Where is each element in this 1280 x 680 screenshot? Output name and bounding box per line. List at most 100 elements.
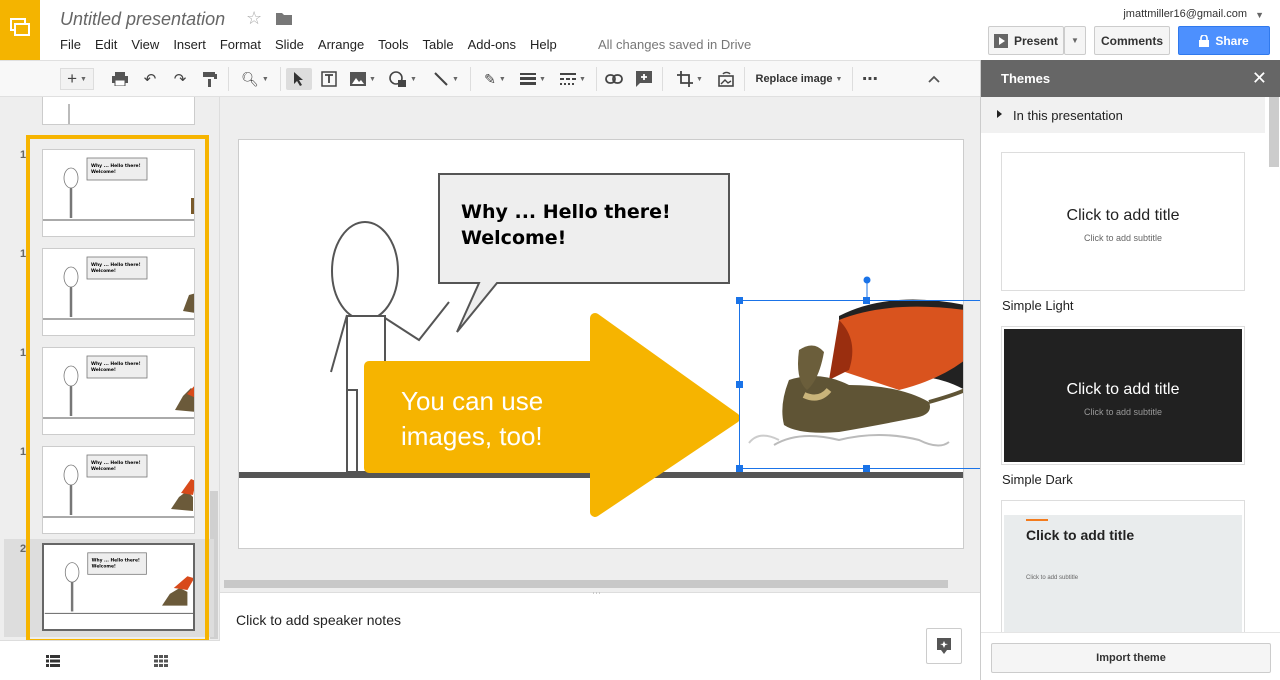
theme-accent-bar xyxy=(1026,519,1048,521)
theme-preview-subtitle: Click to add subtitle xyxy=(1026,575,1079,581)
import-theme-button[interactable]: Import theme xyxy=(991,643,1271,673)
present-dropdown-button[interactable]: ▼ xyxy=(1064,26,1086,55)
menu-table[interactable]: Table xyxy=(423,37,454,52)
themes-panel: Themes ✕ In this presentation Click to a… xyxy=(980,60,1280,680)
new-slide-button[interactable]: + ▼ xyxy=(60,68,94,90)
speaker-notes-input[interactable]: Click to add speaker notes xyxy=(236,612,401,628)
reset-image-icon xyxy=(718,71,734,87)
border-dash-icon xyxy=(560,73,577,85)
toolbar-divider xyxy=(662,67,663,91)
replace-image-button[interactable]: Replace image ▼ xyxy=(754,68,844,90)
chevron-down-icon: ▼ xyxy=(579,75,586,83)
star-icon[interactable]: ☆ xyxy=(246,8,262,29)
menu-format[interactable]: Format xyxy=(220,37,261,52)
select-tool-button[interactable] xyxy=(286,68,312,90)
chevron-down-icon: ▼ xyxy=(369,75,376,83)
canvas-horizontal-scrollbar[interactable] xyxy=(224,580,948,588)
filmstrip[interactable]: 1 Why ... Hello there! Welcome! 1 Why ..… xyxy=(0,97,220,680)
present-button[interactable]: Present xyxy=(988,26,1064,55)
account-email[interactable]: jmattmiller16@gmail.com xyxy=(1123,8,1247,20)
toolbar-divider xyxy=(470,67,471,91)
themes-title: Themes xyxy=(1001,71,1051,86)
undo-icon: ↶ xyxy=(143,71,157,88)
close-icon[interactable]: ✕ xyxy=(1252,68,1267,89)
speech-bubble xyxy=(438,173,730,333)
chevron-down-icon: ▼ xyxy=(410,75,417,83)
share-label: Share xyxy=(1215,33,1249,48)
toolbar-divider xyxy=(280,67,281,91)
theme-card-simple-dark[interactable]: Click to add title Click to add subtitle xyxy=(1001,326,1245,465)
more-button[interactable]: ⋯ xyxy=(860,68,880,90)
image-selection-handles[interactable] xyxy=(730,272,980,476)
menu-addons[interactable]: Add-ons xyxy=(468,37,516,52)
crop-button[interactable]: ▼ xyxy=(670,68,710,90)
resize-handle-icon[interactable]: ⋯ xyxy=(592,588,601,599)
border-weight-button[interactable]: ▼ xyxy=(516,68,550,90)
menu-edit[interactable]: Edit xyxy=(95,37,117,52)
border-color-button[interactable]: ✎ ▼ xyxy=(480,68,510,90)
paint-format-icon xyxy=(203,71,217,87)
explore-icon xyxy=(937,638,951,654)
toolbar-divider xyxy=(228,67,229,91)
slide-thumbnail[interactable] xyxy=(42,97,195,125)
toolbar-divider xyxy=(596,67,597,91)
menu-file[interactable]: File xyxy=(60,37,81,52)
border-dash-button[interactable]: ▼ xyxy=(556,68,590,90)
explore-button[interactable] xyxy=(926,628,962,664)
chevron-down-icon: ▼ xyxy=(80,75,87,83)
shape-button[interactable]: ▼ xyxy=(386,68,420,90)
arrow-text[interactable]: You can use images, too! xyxy=(401,384,601,454)
menu-slide[interactable]: Slide xyxy=(275,37,304,52)
chevron-down-icon: ▼ xyxy=(696,75,703,83)
slides-logo-icon xyxy=(10,18,30,36)
collapse-toolbar-button[interactable] xyxy=(924,68,944,90)
grid-view-icon[interactable] xyxy=(154,655,168,667)
stick-figure-head xyxy=(331,221,399,321)
menu-view[interactable]: View xyxy=(131,37,159,52)
import-theme-bar: Import theme xyxy=(981,632,1280,680)
zoom-button[interactable]: 🔍︎ ▼ xyxy=(236,68,274,90)
reset-image-button[interactable] xyxy=(716,68,736,90)
menu-arrange[interactable]: Arrange xyxy=(318,37,364,52)
undo-button[interactable]: ↶ xyxy=(140,68,160,90)
folder-icon[interactable] xyxy=(276,11,292,25)
theme-card-simple-light[interactable]: Click to add title Click to add subtitle xyxy=(1001,152,1245,291)
list-view-icon[interactable] xyxy=(46,655,60,667)
replace-image-label: Replace image xyxy=(755,73,833,85)
chevron-down-icon: ▼ xyxy=(835,75,843,83)
share-button[interactable]: Share xyxy=(1178,26,1270,55)
insert-link-button[interactable] xyxy=(604,68,624,90)
cursor-icon xyxy=(294,72,303,86)
add-comment-button[interactable] xyxy=(634,68,654,90)
paint-format-button[interactable] xyxy=(200,68,220,90)
chevron-up-icon xyxy=(928,75,940,83)
comments-button[interactable]: Comments xyxy=(1094,26,1170,55)
menu-insert[interactable]: Insert xyxy=(173,37,206,52)
print-button[interactable] xyxy=(110,68,130,90)
text-box-button[interactable] xyxy=(318,68,340,90)
themes-scrollbar[interactable] xyxy=(1269,97,1279,167)
bubble-text[interactable]: Why ... Hello there! Welcome! xyxy=(461,199,721,251)
document-title[interactable]: Untitled presentation xyxy=(60,9,225,30)
more-icon: ⋯ xyxy=(862,71,878,88)
app-header: Untitled presentation ☆ File Edit View I… xyxy=(0,0,1280,60)
theme-preview-subtitle: Click to add subtitle xyxy=(1083,233,1163,243)
redo-button[interactable]: ↷ xyxy=(170,68,190,90)
menu-tools[interactable]: Tools xyxy=(378,37,408,52)
account-dropdown-icon[interactable]: ▼ xyxy=(1255,10,1264,20)
slides-logo[interactable] xyxy=(0,0,40,60)
line-button[interactable]: ▼ xyxy=(428,68,464,90)
in-this-presentation-section[interactable]: In this presentation xyxy=(981,97,1265,133)
theme-name: Simple Light xyxy=(1002,298,1074,313)
text-box-icon xyxy=(321,71,337,87)
toolbar: + ▼ ↶ ↷ 🔍︎ ▼ ▼ ▼ ▼ ✎ ▼ ▼ ▼ ▼ Replace ima… xyxy=(0,60,980,97)
redo-icon: ↷ xyxy=(173,71,187,88)
menu-help[interactable]: Help xyxy=(530,37,557,52)
menu-bar: File Edit View Insert Format Slide Arran… xyxy=(60,37,571,52)
theme-name: Simple Dark xyxy=(1002,472,1073,487)
theme-card-streamline[interactable]: Click to add title Click to add subtitle xyxy=(1001,500,1245,632)
zoom-icon: 🔍︎ xyxy=(241,70,259,87)
theme-preview: Click to add title Click to add subtitle xyxy=(1004,155,1242,288)
insert-image-button[interactable]: ▼ xyxy=(346,68,380,90)
save-status[interactable]: All changes saved in Drive xyxy=(598,37,751,52)
